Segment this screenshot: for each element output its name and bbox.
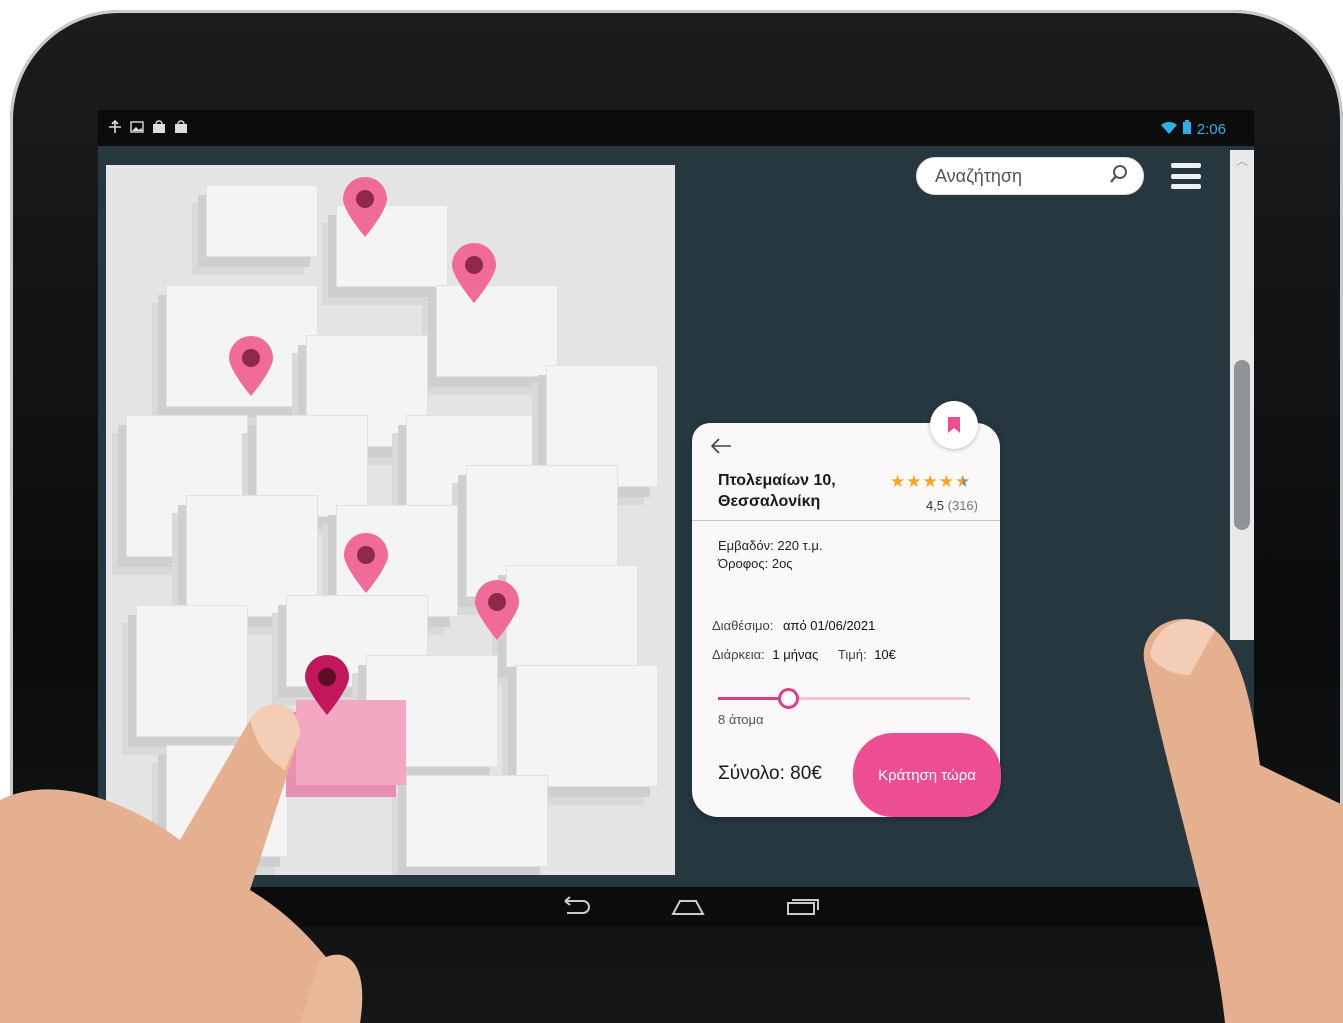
store-icon: [152, 120, 166, 134]
map-pin[interactable]: [450, 243, 498, 305]
listing-card: Πτολεμαίων 10, Θεσσαλονίκη ★ ★ ★ ★ ★ 4,5…: [692, 401, 1001, 817]
listing-area: Εμβαδόν: 220 τ.μ.: [718, 538, 823, 553]
map-pin[interactable]: [227, 336, 275, 398]
back-arrow-icon[interactable]: [710, 437, 732, 455]
star-icon: ★: [890, 472, 906, 491]
search-bar[interactable]: [916, 157, 1144, 195]
image-icon: [130, 120, 144, 134]
map-pin[interactable]: [341, 177, 389, 239]
clock: 2:06: [1196, 120, 1226, 138]
scroll-up-icon[interactable]: ︿: [1232, 152, 1252, 168]
bookmark-icon: [948, 417, 960, 433]
listing-address: Πτολεμαίων 10,: [718, 472, 836, 489]
bookmark-button[interactable]: [930, 401, 978, 449]
duration-label: Διάρκεια:: [712, 647, 765, 662]
map-building: [406, 775, 548, 867]
map-pin[interactable]: [342, 533, 390, 595]
listing-city: Θεσσαλονίκη: [718, 493, 821, 510]
store-icon: [174, 120, 188, 134]
battery-icon: [1182, 120, 1191, 138]
listing-title: Πτολεμαίων 10, Θεσσαλονίκη: [718, 470, 836, 512]
hamburger-menu-icon[interactable]: [1171, 163, 1201, 189]
status-bar: 2:06: [98, 110, 1254, 146]
left-hand-image: [0, 704, 363, 1023]
price-label: Τιμή:: [837, 647, 867, 662]
rating-value: 4,5: [925, 498, 945, 513]
search-input[interactable]: [933, 164, 1109, 188]
people-count: 8 άτομα: [718, 712, 764, 727]
duration-value[interactable]: 1 μήνας: [772, 647, 818, 662]
map-building: [516, 665, 658, 787]
wifi-icon: [1160, 121, 1177, 138]
people-slider[interactable]: [718, 688, 970, 709]
availability-row: Διαθέσιμο: από 01/06/2021: [712, 618, 875, 633]
price-value: 10€: [874, 647, 896, 662]
star-icon: ★: [922, 472, 938, 491]
book-now-button[interactable]: Κράτηση τώρα: [853, 733, 1001, 817]
listing-floor: Όροφος: 2ος: [718, 556, 793, 571]
home-nav-icon[interactable]: [671, 895, 705, 917]
star-icon: ★: [906, 472, 922, 491]
star-rating: ★ ★ ★ ★ ★: [890, 473, 970, 490]
rating-count: (316): [947, 498, 978, 513]
map-building: [206, 185, 318, 257]
map-pin[interactable]: [473, 580, 521, 642]
total-price: Σύνολο: 80€: [718, 763, 822, 784]
scrollbar-thumb[interactable]: [1234, 360, 1250, 530]
rating-text: 4,5 (316): [926, 498, 978, 513]
half-star-icon: ★: [955, 472, 971, 491]
map-building: [506, 565, 638, 667]
usb-debug-icon: [108, 120, 122, 134]
duration-row: Διάρκεια: 1 μήνας Τιμή: 10€: [712, 647, 896, 662]
availability-label: Διαθέσιμο:: [712, 618, 774, 633]
right-hand-image: [1143, 618, 1343, 1023]
star-icon: ★: [938, 472, 954, 491]
availability-value: από 01/06/2021: [782, 618, 876, 633]
divider: [692, 520, 1000, 521]
back-nav-icon[interactable]: [559, 895, 593, 917]
recents-nav-icon[interactable]: [786, 895, 820, 917]
slider-handle[interactable]: [777, 688, 799, 709]
search-icon[interactable]: [1109, 164, 1129, 189]
